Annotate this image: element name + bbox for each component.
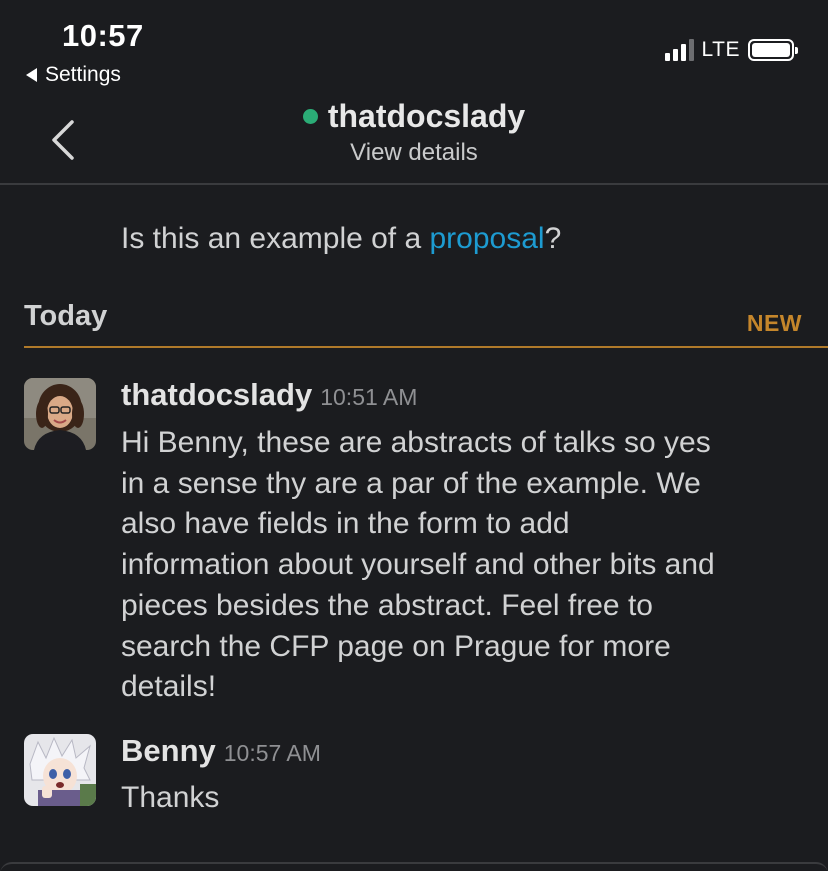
signal-bar: [664, 53, 670, 61]
message-line: details!: [121, 670, 217, 704]
view-details-link[interactable]: View details: [0, 139, 828, 167]
message-line: Hi Benny, these are abstracts of talks s…: [121, 426, 711, 459]
message-line: also have fields in the form to add: [121, 507, 570, 541]
cellular-signal-icon: [664, 39, 694, 61]
avatar-benny[interactable]: [24, 734, 96, 806]
status-indicators: LTE: [664, 38, 798, 62]
day-divider-label: Today: [24, 300, 108, 332]
back-app-label: Settings: [45, 63, 121, 86]
status-time: 10:57: [62, 18, 144, 53]
battery-fill: [752, 43, 790, 57]
chat-screen: 10:57 Settings LTE thatdocslady View det…: [0, 0, 828, 871]
earlier-message-text: Is this an example of a proposal?: [121, 222, 561, 256]
composer-edge: [0, 862, 828, 871]
proposal-link[interactable]: proposal: [430, 222, 545, 255]
network-type: LTE: [701, 38, 740, 61]
channel-title: thatdocslady: [302, 98, 526, 135]
battery-icon: [748, 39, 798, 61]
message-line: in a sense thy are a par of the example.…: [121, 466, 701, 500]
signal-bar: [688, 39, 694, 61]
earlier-message-prefix: Is this an example of a: [121, 222, 430, 255]
message-header: thatdocslady 10:51 AM: [121, 377, 417, 413]
new-messages-label: NEW: [746, 310, 802, 336]
conversation-header[interactable]: thatdocslady View details: [0, 98, 828, 167]
signal-bar: [680, 44, 686, 61]
message-line: information about yourself and other bit…: [121, 548, 715, 582]
message-line: search the CFP page on Prague for more: [121, 629, 671, 663]
back-triangle-icon: [26, 68, 37, 82]
message-timestamp: 10:51 AM: [320, 384, 418, 410]
user-avatar-photo: [24, 378, 96, 450]
message-author[interactable]: Benny: [121, 733, 216, 768]
online-status-icon: [302, 109, 318, 124]
message-line: Thanks: [121, 781, 220, 814]
message-timestamp: 10:57 AM: [223, 740, 321, 766]
earlier-message-suffix: ?: [544, 222, 562, 255]
signal-bar: [672, 49, 678, 61]
header-divider: [0, 183, 828, 185]
user-avatar-illustration: [24, 734, 96, 806]
message-body: Thanks: [121, 778, 811, 819]
message-header: Benny 10:57 AM: [121, 733, 321, 769]
message-author[interactable]: thatdocslady: [121, 377, 312, 412]
back-to-settings-link[interactable]: Settings: [26, 63, 121, 87]
new-messages-divider: [24, 346, 828, 348]
message-line: pieces besides the abstract. Feel free t…: [121, 588, 653, 622]
channel-name: thatdocslady: [327, 98, 526, 134]
avatar-thatdocslady[interactable]: [24, 378, 96, 450]
message-body: Hi Benny, these are abstracts of talks s…: [121, 423, 811, 708]
